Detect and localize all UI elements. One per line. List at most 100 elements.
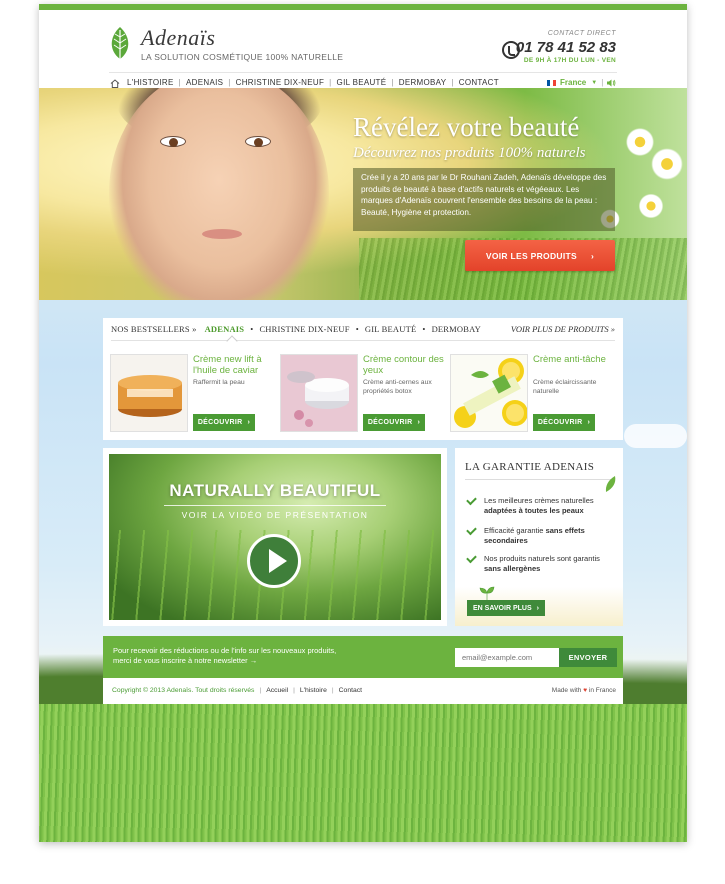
footer-separator: | bbox=[259, 687, 262, 694]
footer: Copyright © 2013 Adenaïs. Tout droits ré… bbox=[103, 678, 623, 704]
view-products-label: VOIR LES PRODUITS bbox=[485, 250, 577, 261]
guarantee-divider bbox=[465, 479, 613, 480]
hero-subtitle: Découvrez nos produits 100% naturels bbox=[353, 145, 586, 161]
copyright-text: Copyright © 2013 Adenaïs. Tout droits ré… bbox=[112, 687, 255, 694]
nav-separator: | bbox=[329, 78, 332, 87]
discover-button[interactable]: DÉCOUVRIR › bbox=[193, 414, 255, 431]
home-icon[interactable] bbox=[110, 79, 120, 88]
discover-label: DÉCOUVRIR bbox=[537, 419, 583, 426]
tab-christine-dix-neuf[interactable]: CHRISTINE DIX-NEUF bbox=[259, 324, 349, 334]
active-tab-marker bbox=[226, 335, 238, 347]
video-title: NATURALLY BEAUTIFUL bbox=[169, 481, 381, 500]
learn-more-label: EN SAVOIR PLUS bbox=[473, 604, 532, 612]
discover-button[interactable]: DÉCOUVRIR › bbox=[363, 414, 425, 431]
contact-label: CONTACT DIRECT bbox=[547, 30, 616, 37]
phone-number[interactable]: 01 78 41 52 83 bbox=[516, 39, 616, 56]
tab-dermobay[interactable]: DERMOBAY bbox=[432, 324, 481, 334]
model-face-image bbox=[109, 88, 329, 300]
page: Adenaïs LA SOLUTION COSMÉTIQUE 100% NATU… bbox=[39, 4, 687, 842]
chevron-right-icon: › bbox=[247, 419, 251, 426]
footer-link-contact[interactable]: Contact bbox=[339, 687, 362, 694]
video-title-rule bbox=[164, 505, 386, 506]
guarantee-item-text: Nos produits naturels sont garantis sans… bbox=[484, 554, 600, 573]
model-lips-image bbox=[202, 229, 242, 239]
opening-hours: DE 9H À 17H DU LUN - VEN bbox=[523, 57, 616, 64]
nav-item-histoire[interactable]: L'HISTOIRE bbox=[127, 78, 174, 87]
france-flag-icon bbox=[547, 79, 556, 86]
product-card: Crème new lift à l'huile de caviar Raffe… bbox=[110, 354, 275, 434]
leaf-icon bbox=[605, 476, 616, 492]
nav-item-dermobay[interactable]: DERMOBAY bbox=[399, 78, 447, 87]
daisy-image bbox=[649, 146, 685, 182]
chevron-right-icon: › bbox=[590, 250, 595, 261]
heart-icon: ♥ bbox=[583, 687, 588, 694]
nav-separator: | bbox=[601, 78, 604, 87]
product-description: Raffermit la peau bbox=[193, 379, 245, 386]
nav-separator: | bbox=[228, 78, 231, 87]
video-thumbnail[interactable]: NATURALLY BEAUTIFUL VOIR LA VIDÉO DE PRÉ… bbox=[109, 454, 441, 620]
chevron-down-icon: ▼ bbox=[591, 79, 598, 86]
bestsellers-tabs: NOS BESTSELLERS » ADENAIS • CHRISTINE DI… bbox=[111, 324, 481, 334]
product-title[interactable]: Crème contour des yeux bbox=[363, 354, 448, 376]
speaker-icon[interactable] bbox=[607, 79, 616, 87]
product-image-eye-cream[interactable] bbox=[280, 354, 358, 432]
guarantee-item-text: Les meilleures crèmes naturelles adaptée… bbox=[484, 496, 594, 515]
video-panel: NATURALLY BEAUTIFUL VOIR LA VIDÉO DE PRÉ… bbox=[103, 448, 447, 626]
cloud-image bbox=[624, 424, 687, 448]
tab-adenais[interactable]: ADENAIS bbox=[205, 324, 245, 334]
hero-description: Crée il y a 20 ans par le Dr Rouhani Zad… bbox=[361, 173, 607, 217]
tabs-divider bbox=[111, 340, 615, 341]
sprout-icon bbox=[479, 586, 495, 600]
discover-label: DÉCOUVRIR bbox=[367, 419, 413, 426]
learn-more-button[interactable]: EN SAVOIR PLUS › bbox=[467, 600, 545, 616]
nav-items: L'HISTOIRE | ADENAIS | CHRISTINE DIX-NEU… bbox=[127, 78, 499, 87]
hero-title: Révélez votre beauté bbox=[353, 112, 580, 142]
footer-links: Copyright © 2013 Adenaïs. Tout droits ré… bbox=[112, 687, 362, 694]
model-eye-image bbox=[245, 136, 271, 147]
tab-gil-beaute[interactable]: GIL BEAUTÉ bbox=[365, 324, 417, 334]
newsletter-submit-button[interactable]: ENVOYER bbox=[559, 648, 617, 667]
guarantee-item-text: Efficacité garantie sans effets secondai… bbox=[484, 526, 585, 545]
newsletter-text: Pour recevoir des réductions ou de l'inf… bbox=[113, 646, 337, 665]
product-title[interactable]: Crème new lift à l'huile de caviar bbox=[193, 354, 278, 376]
checkmark-icon bbox=[466, 494, 477, 506]
chevron-right-icon: › bbox=[417, 419, 421, 426]
newsletter-email-input[interactable] bbox=[455, 648, 559, 667]
play-icon[interactable] bbox=[247, 534, 301, 588]
footer-link-histoire[interactable]: L'histoire bbox=[300, 687, 327, 694]
footer-link-accueil[interactable]: Accueil bbox=[266, 687, 288, 694]
brand-name[interactable]: Adenaïs bbox=[141, 25, 215, 51]
made-with-love: Made with ♥ in France bbox=[551, 687, 616, 694]
footer-separator: | bbox=[293, 687, 295, 694]
chevron-right-icon: › bbox=[587, 419, 591, 426]
nav-item-christine-dix-neuf[interactable]: CHRISTINE DIX-NEUF bbox=[236, 78, 325, 87]
model-eye-image bbox=[160, 136, 186, 147]
grass-field-image bbox=[39, 704, 687, 842]
discover-button[interactable]: DÉCOUVRIR › bbox=[533, 414, 595, 431]
nav-separator: | bbox=[391, 78, 394, 87]
nav-separator: | bbox=[451, 78, 454, 87]
view-products-button[interactable]: VOIR LES PRODUITS › bbox=[465, 240, 615, 271]
language-selector[interactable]: France ▼ | bbox=[547, 78, 616, 87]
tab-separator: • bbox=[355, 324, 359, 334]
hero-banner: Révélez votre beauté Découvrez nos produ… bbox=[39, 88, 687, 300]
nav-item-gil-beaute[interactable]: GIL BEAUTÉ bbox=[337, 78, 387, 87]
daisy-image bbox=[637, 192, 665, 220]
newsletter-bar: Pour recevoir des réductions ou de l'inf… bbox=[103, 636, 623, 678]
nav-item-contact[interactable]: CONTACT bbox=[459, 78, 499, 87]
video-subtitle: VOIR LA VIDÉO DE PRÉSENTATION bbox=[181, 510, 369, 520]
nav-item-adenais[interactable]: ADENAIS bbox=[186, 78, 223, 87]
chevron-right-icon: › bbox=[536, 604, 539, 612]
checkmark-icon bbox=[466, 524, 477, 536]
product-title[interactable]: Crème anti-tâche bbox=[533, 354, 618, 365]
guarantee-panel: LA GARANTIE ADENAIS Les meilleures crème… bbox=[455, 448, 623, 626]
leaf-logo-icon[interactable] bbox=[109, 27, 131, 63]
more-products-link[interactable]: VOIR PLUS DE PRODUITS » bbox=[511, 324, 615, 334]
tab-separator: • bbox=[250, 324, 254, 334]
bestsellers-panel: NOS BESTSELLERS » ADENAIS • CHRISTINE DI… bbox=[103, 318, 623, 440]
product-description: Crème anti-cernes aux propriétés botox bbox=[363, 379, 432, 395]
product-image-caviar-cream[interactable] bbox=[110, 354, 188, 432]
product-image-anti-spot-cream[interactable] bbox=[450, 354, 528, 432]
discover-label: DÉCOUVRIR bbox=[197, 419, 243, 426]
hero-description-box: Crée il y a 20 ans par le Dr Rouhani Zad… bbox=[353, 168, 615, 231]
